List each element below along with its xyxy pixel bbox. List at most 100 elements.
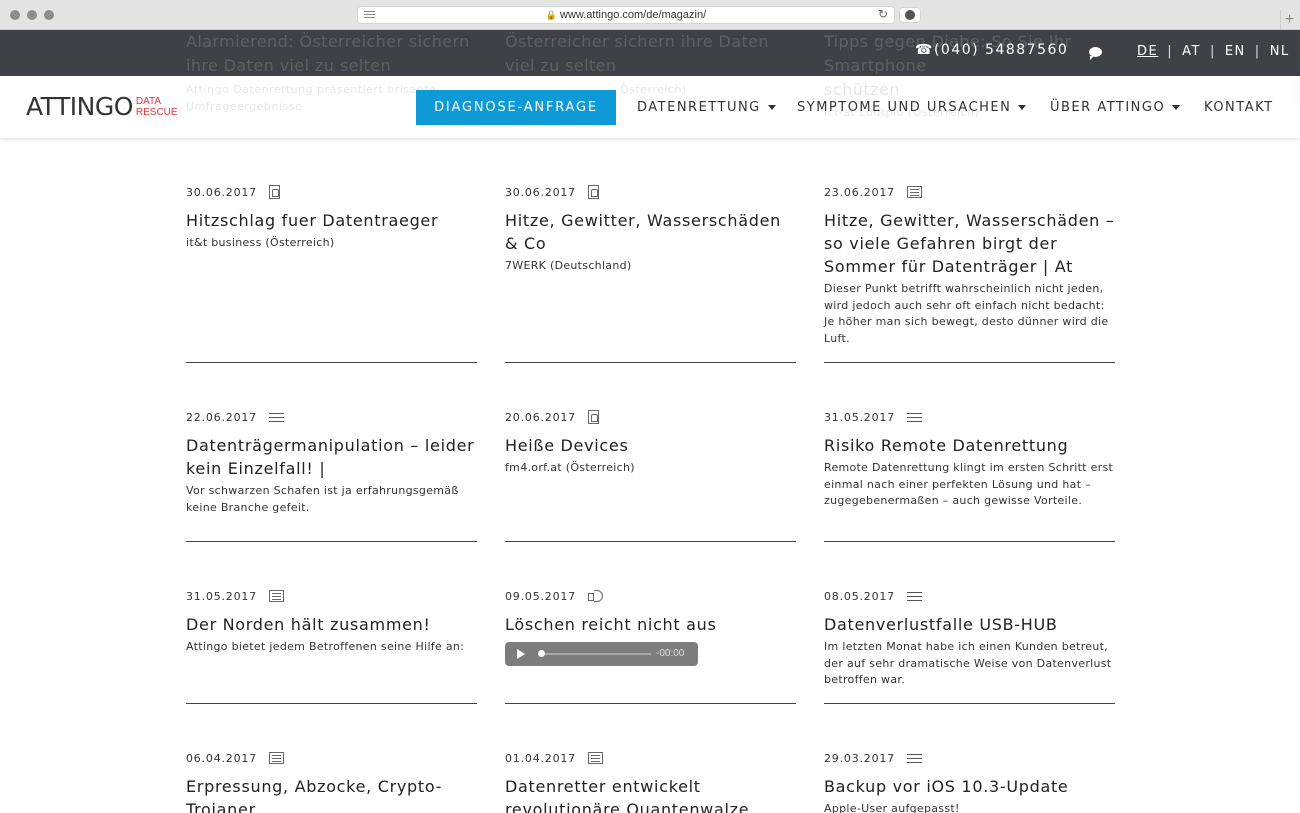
audio-progress-knob[interactable] xyxy=(538,650,545,657)
article-card[interactable]: 09.05.2017 Löschen reicht nicht aus -00:… xyxy=(505,588,796,666)
url-text[interactable]: www.attingo.com/de/magazin/ xyxy=(560,9,706,21)
news-icon xyxy=(268,590,284,602)
pdf-icon xyxy=(587,410,599,424)
main-navigation: Attingo Datenrettung präsentiert brisant… xyxy=(0,76,1300,138)
scrolled-content-ghost: viel zu selten xyxy=(505,56,617,75)
download-icon[interactable] xyxy=(899,7,921,23)
text-icon xyxy=(906,412,922,423)
lang-separator: | xyxy=(1254,44,1261,59)
scrolled-content-ghost: Alarmierend: Österreicher sichern xyxy=(186,32,470,51)
article-source: it&t business (Österreich) xyxy=(186,236,335,249)
scrolled-content-ghost: Österreich) xyxy=(620,83,687,96)
article-title[interactable]: Heiße Devices xyxy=(505,434,796,457)
diagnose-request-button[interactable]: DIAGNOSE-ANFRAGE xyxy=(416,90,616,125)
article-card[interactable]: 20.06.2017 Heiße Devices fm4.orf.at (Öst… xyxy=(505,409,796,477)
article-date: 23.06.2017 xyxy=(824,185,895,199)
article-date: 30.06.2017 xyxy=(186,185,257,199)
article-card[interactable]: 29.03.2017 Backup vor iOS 10.3-Update Ap… xyxy=(824,750,1115,813)
audio-progress-track[interactable] xyxy=(541,653,651,655)
audio-icon xyxy=(587,590,604,602)
scrolled-content-ghost: Smartphone xyxy=(824,56,927,75)
news-icon xyxy=(906,186,922,198)
article-title[interactable]: Datenretter entwickelt revolutionäre Qua… xyxy=(505,775,796,813)
article-card[interactable]: 01.04.2017 Datenretter entwickelt revolu… xyxy=(505,750,796,813)
play-icon[interactable] xyxy=(517,649,525,659)
attingo-logo[interactable]: ATTINGO DATA RESCUE xyxy=(26,94,178,120)
news-icon xyxy=(268,752,284,764)
article-card[interactable]: 23.06.2017 Hitze, Gewitter, Wasserschäde… xyxy=(824,184,1115,347)
text-icon xyxy=(906,591,922,602)
card-divider xyxy=(186,703,477,704)
caret-down-icon xyxy=(1172,105,1181,110)
article-card[interactable]: 31.05.2017 Risiko Remote Datenrettung Re… xyxy=(824,409,1115,510)
reload-icon[interactable]: ↻ xyxy=(878,7,888,21)
article-date: 01.04.2017 xyxy=(505,751,576,765)
article-title[interactable]: Erpressung, Abzocke, Crypto-Trojaner xyxy=(186,775,477,813)
scrolled-content-ghost: schützen xyxy=(824,80,901,99)
news-icon xyxy=(587,752,603,764)
article-card[interactable]: 22.06.2017 Datenträgermanipulation – lei… xyxy=(186,409,477,516)
article-card[interactable]: 30.06.2017 Hitze, Gewitter, Wasserschäde… xyxy=(505,184,796,275)
lang-nl[interactable]: NL xyxy=(1270,44,1290,59)
article-title[interactable]: Hitze, Gewitter, Wasserschäden & Co xyxy=(505,209,796,255)
zoom-window-button[interactable] xyxy=(44,10,54,20)
address-bar[interactable]: 🔒 www.attingo.com/de/magazin/ ↻ xyxy=(357,6,895,24)
card-divider xyxy=(824,362,1115,363)
card-divider xyxy=(824,541,1115,542)
audio-player: -00:00 xyxy=(505,642,698,666)
article-teaser: Apple-User aufgepasst! xyxy=(824,802,960,813)
article-card[interactable]: 06.04.2017 Erpressung, Abzocke, Crypto-T… xyxy=(186,750,477,813)
card-divider xyxy=(824,703,1115,704)
language-switcher: DE | AT | EN | NL xyxy=(1137,44,1290,59)
new-tab-icon[interactable]: + xyxy=(1280,10,1298,30)
chat-icon[interactable] xyxy=(1089,47,1102,60)
lang-at[interactable]: AT xyxy=(1182,44,1201,59)
article-title[interactable]: Löschen reicht nicht aus xyxy=(505,613,796,636)
text-icon xyxy=(268,412,284,423)
lang-de[interactable]: DE xyxy=(1137,44,1158,59)
article-card[interactable]: 30.06.2017 Hitzschlag fuer Datentraeger … xyxy=(186,184,477,252)
card-divider xyxy=(505,703,796,704)
nav-datenrettung[interactable]: DATENRETTUNG xyxy=(637,100,776,115)
lang-separator: | xyxy=(1167,44,1174,59)
nav-symptome[interactable]: SYMPTOME UND URSACHEN xyxy=(797,100,1027,115)
article-card[interactable]: 08.05.2017 Datenverlustfalle USB-HUB Im … xyxy=(824,588,1115,689)
caret-down-icon xyxy=(767,105,776,110)
article-title[interactable]: Datenträgermanipulation – leider kein Ei… xyxy=(186,434,477,480)
logo-tagline: DATA RESCUE xyxy=(135,96,178,118)
article-date: 22.06.2017 xyxy=(186,410,257,424)
article-title[interactable]: Backup vor iOS 10.3-Update xyxy=(824,775,1115,798)
logo-wordmark: ATTINGO xyxy=(26,92,133,121)
article-title[interactable]: Risiko Remote Datenrettung xyxy=(824,434,1115,457)
scrolled-content-ghost: Umfrageergebnisse xyxy=(186,100,303,113)
article-title[interactable]: Datenverlustfalle USB-HUB xyxy=(824,613,1115,636)
article-teaser: Remote Datenrettung klingt im ersten Sch… xyxy=(824,461,1114,507)
article-card[interactable]: 31.05.2017 Der Norden hält zusammen! Att… xyxy=(186,588,477,656)
article-title[interactable]: Hitze, Gewitter, Wasserschäden – so viel… xyxy=(824,209,1115,278)
article-date: 20.06.2017 xyxy=(505,410,576,424)
phone-link[interactable]: ☎(040) 54887560 xyxy=(915,42,1068,58)
pdf-icon xyxy=(268,185,280,199)
lock-icon: 🔒 xyxy=(545,10,558,20)
phone-number: (040) 54887560 xyxy=(933,42,1069,58)
card-divider xyxy=(505,362,796,363)
article-date: 08.05.2017 xyxy=(824,589,895,603)
nav-kontakt[interactable]: KONTAKT xyxy=(1204,100,1274,115)
nav-ueber-attingo[interactable]: ÜBER ATTINGO xyxy=(1050,100,1181,115)
card-divider xyxy=(186,541,477,542)
article-source: fm4.orf.at (Österreich) xyxy=(505,461,635,474)
pdf-icon xyxy=(587,185,599,199)
lang-separator: | xyxy=(1209,44,1216,59)
article-teaser: Im letzten Monat habe ich einen Kunden b… xyxy=(824,640,1112,686)
article-source: 7WERK (Deutschland) xyxy=(505,259,632,272)
article-date: 06.04.2017 xyxy=(186,751,257,765)
browser-toolbar: 🔒 www.attingo.com/de/magazin/ ↻ + xyxy=(0,0,1300,30)
window-controls[interactable] xyxy=(10,10,54,20)
article-teaser: Vor schwarzen Schafen ist ja erfahrungsg… xyxy=(186,484,459,514)
card-divider xyxy=(505,541,796,542)
article-title[interactable]: Der Norden hält zusammen! xyxy=(186,613,477,636)
article-title[interactable]: Hitzschlag fuer Datentraeger xyxy=(186,209,477,232)
minimize-window-button[interactable] xyxy=(27,10,37,20)
lang-en[interactable]: EN xyxy=(1225,44,1246,59)
close-window-button[interactable] xyxy=(10,10,20,20)
